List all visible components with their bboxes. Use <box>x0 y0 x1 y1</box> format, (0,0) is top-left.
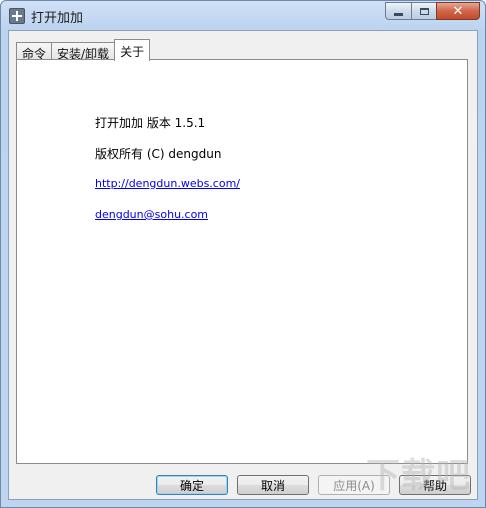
maximize-button[interactable] <box>411 2 436 20</box>
ok-button[interactable]: 确定 <box>156 475 228 495</box>
email-link[interactable]: dengdun@sohu.com <box>95 208 208 221</box>
version-text: 打开加加 版本 1.5.1 <box>95 116 206 130</box>
about-panel: 打开加加 版本 1.5.1 版权所有 (C) dengdun http://de… <box>16 59 468 464</box>
close-button[interactable]: ✕ <box>436 2 480 20</box>
tab-about[interactable]: 关于 <box>114 39 151 61</box>
close-icon: ✕ <box>452 3 464 19</box>
minimize-icon <box>394 12 403 16</box>
dialog-client-area: 命令 安装/卸载 关于 打开加加 版本 1.5.1 版权所有 (C) dengd… <box>8 30 478 500</box>
cancel-button[interactable]: 取消 <box>237 475 309 495</box>
minimize-button[interactable] <box>385 2 411 20</box>
help-button[interactable]: 帮助 <box>399 475 471 495</box>
maximize-icon <box>419 7 429 15</box>
caption-buttons: ✕ <box>385 2 480 20</box>
tab-strip: 命令 安装/卸载 关于 <box>16 39 151 61</box>
app-window: 打开加加 ✕ 命令 安装/卸载 关于 打开加加 版本 1.5.1 版权所有 (C… <box>0 0 486 508</box>
dialog-button-row: 确定 取消 应用(A) 帮助 <box>9 475 479 495</box>
window-title: 打开加加 <box>31 11 84 26</box>
copyright-text: 版权所有 (C) dengdun <box>95 147 222 161</box>
website-link[interactable]: http://dengdun.webs.com/ <box>95 177 240 190</box>
apply-button[interactable]: 应用(A) <box>318 475 390 495</box>
app-plus-icon[interactable] <box>9 8 25 24</box>
title-bar[interactable]: 打开加加 ✕ <box>1 1 485 31</box>
